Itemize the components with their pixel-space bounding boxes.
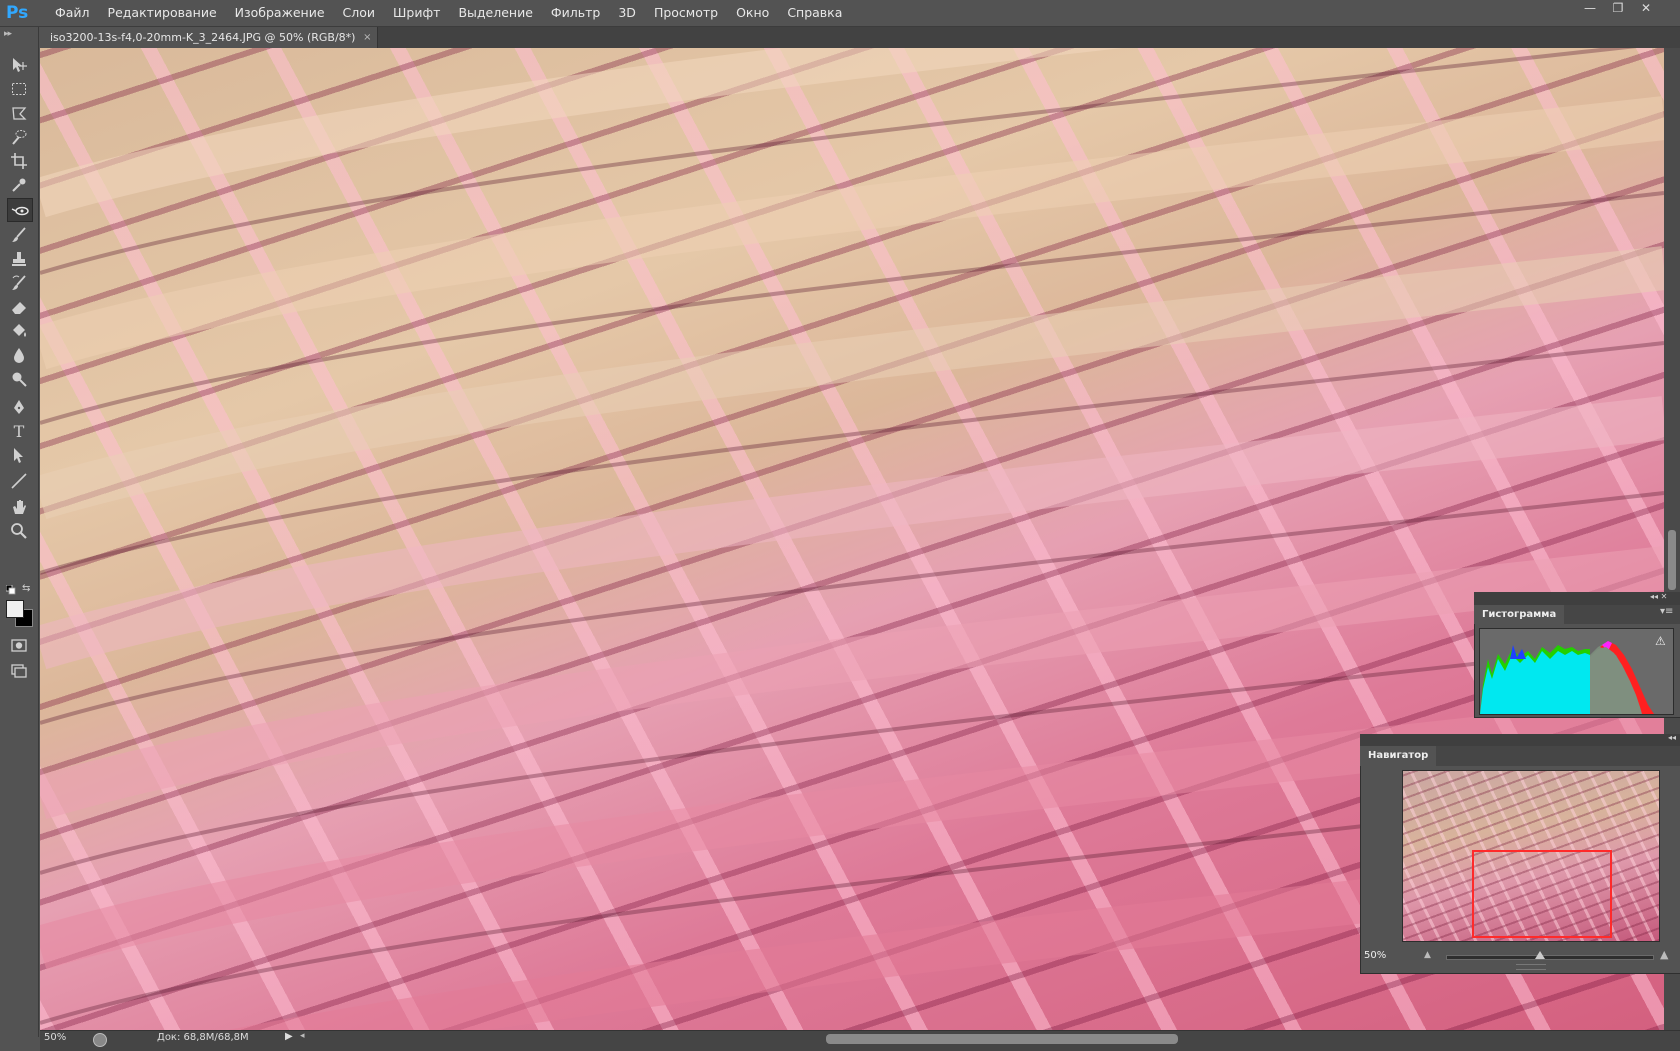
line-icon: [11, 473, 27, 489]
navigator-collapse-icon[interactable]: ◂◂: [1668, 733, 1676, 742]
paint-bucket-icon: [13, 324, 26, 337]
close-window-button[interactable]: ✕: [1632, 0, 1660, 18]
clone-stamp-tool[interactable]: [7, 248, 31, 270]
lasso-tool[interactable]: [7, 102, 31, 124]
quick-mask-icon: [11, 639, 27, 652]
document-tab-title: iso3200-13s-f4,0-20mm-K_3_2464.JPG @ 50%…: [50, 31, 356, 44]
quick-mask-button[interactable]: [7, 634, 31, 656]
panel-resize-grip[interactable]: [1516, 964, 1546, 970]
path-selection-tool[interactable]: [7, 444, 31, 466]
histogram-tab[interactable]: Гистограмма: [1474, 605, 1565, 624]
scroll-left-icon[interactable]: ◂: [300, 1031, 305, 1041]
menu-edit[interactable]: Редактирование: [99, 0, 226, 26]
histogram-panel-menu-icon[interactable]: ▾≡: [1660, 606, 1673, 617]
menu-image[interactable]: Изображение: [226, 0, 334, 26]
hand-icon: [13, 500, 26, 514]
status-info-icon[interactable]: [93, 1033, 107, 1047]
crop-tool[interactable]: [7, 150, 31, 172]
histogram-graph: [1479, 628, 1674, 715]
quick-selection-tool[interactable]: [7, 126, 31, 148]
document-tab[interactable]: iso3200-13s-f4,0-20mm-K_3_2464.JPG @ 50%…: [40, 27, 379, 48]
dodge-tool[interactable]: [7, 368, 31, 390]
navigator-panel-header[interactable]: [1360, 734, 1680, 746]
eraser-tool[interactable]: [7, 296, 31, 318]
move-tool[interactable]: [7, 54, 31, 76]
brush-icon: [12, 227, 26, 242]
status-menu-arrow-icon[interactable]: ▶: [285, 1031, 293, 1042]
blur-tool[interactable]: [7, 344, 31, 366]
histogram-panel-controls[interactable]: ◂◂ ✕: [1650, 592, 1667, 601]
screen-mode-icon: [11, 664, 27, 678]
eyedropper-tool[interactable]: [7, 174, 31, 196]
history-brush-tool[interactable]: [7, 272, 31, 294]
menu-help[interactable]: Справка: [778, 0, 851, 26]
eraser-icon: [12, 302, 26, 314]
zoom-level-field[interactable]: 50%: [44, 1032, 66, 1043]
line-tool[interactable]: [7, 470, 31, 492]
toolbox-collapse-icon[interactable]: ▸▸: [4, 29, 12, 39]
menu-window[interactable]: Окно: [727, 0, 778, 26]
zoom-slider-thumb[interactable]: [1534, 951, 1545, 959]
document-size-info: Док: 68,8M/68,8M: [157, 1032, 249, 1043]
menu-type[interactable]: Шрифт: [384, 0, 449, 26]
blur-drop-icon: [14, 348, 24, 363]
eyedropper-icon: [12, 178, 26, 192]
menu-filter[interactable]: Фильтр: [542, 0, 609, 26]
history-brush-icon: [12, 275, 26, 290]
menu-select[interactable]: Выделение: [449, 0, 541, 26]
foreground-color-swatch[interactable]: [6, 600, 24, 618]
photoshop-logo: Ps: [6, 3, 29, 23]
menu-file[interactable]: Файл: [46, 0, 99, 26]
navigator-tab[interactable]: Навигатор: [1360, 746, 1437, 766]
zoom-in-icon[interactable]: ▲: [1660, 948, 1668, 961]
horizontal-scroll-thumb[interactable]: [826, 1034, 1178, 1044]
default-colors-icon[interactable]: [5, 584, 16, 595]
pen-icon: [14, 400, 24, 414]
zoom-icon: [11, 523, 27, 539]
healing-brush-tool[interactable]: [7, 198, 33, 222]
pen-tool[interactable]: [7, 396, 31, 418]
brush-tool[interactable]: [7, 224, 31, 246]
hand-tool[interactable]: [7, 496, 31, 518]
healing-brush-icon: [11, 206, 29, 216]
close-tab-icon[interactable]: ×: [363, 27, 371, 48]
dodge-icon: [12, 372, 27, 387]
maximize-button[interactable]: ❐: [1604, 0, 1632, 18]
menu-list: Файл Редактирование Изображение Слои Шри…: [46, 0, 851, 26]
vertical-scroll-thumb[interactable]: [1668, 530, 1676, 590]
swap-colors-icon[interactable]: ⇆: [22, 583, 34, 595]
zoom-out-icon[interactable]: ▲: [1424, 950, 1431, 960]
zoom-slider[interactable]: [1446, 955, 1654, 960]
menu-layers[interactable]: Слои: [334, 0, 385, 26]
cache-warning-icon[interactable]: ⚠: [1655, 634, 1666, 648]
navigator-view-rectangle[interactable]: [1472, 850, 1612, 938]
path-selection-icon: [14, 448, 23, 463]
marquee-icon: [12, 83, 26, 95]
lasso-icon: [12, 107, 27, 120]
type-tool[interactable]: T: [7, 420, 31, 442]
paint-bucket-tool[interactable]: [7, 320, 31, 342]
menu-3d[interactable]: 3D: [609, 0, 645, 26]
zoom-tool[interactable]: [7, 520, 31, 542]
marquee-tool[interactable]: [7, 78, 31, 100]
menu-view[interactable]: Просмотр: [645, 0, 727, 26]
minimize-button[interactable]: —: [1576, 0, 1604, 18]
screen-mode-button[interactable]: [7, 660, 31, 682]
navigator-zoom-field[interactable]: 50%: [1364, 950, 1414, 964]
stamp-icon: [12, 252, 26, 266]
move-icon: [13, 58, 27, 72]
crop-icon: [11, 153, 27, 169]
quick-selection-icon: [12, 130, 27, 145]
